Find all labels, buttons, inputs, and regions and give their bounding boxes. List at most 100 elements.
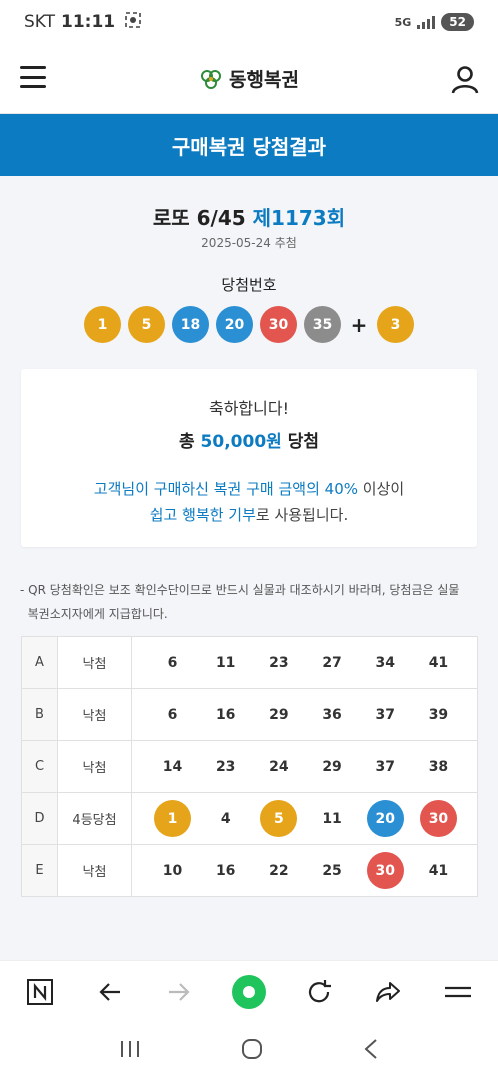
matched-number-ball: 20 (366, 800, 404, 837)
hamburger-icon[interactable] (20, 66, 46, 88)
recent-apps-icon[interactable] (119, 1039, 141, 1063)
winning-number-ball: 5 (128, 306, 165, 343)
ticket-number: 23 (269, 654, 289, 671)
battery-indicator: 52 (441, 13, 474, 31)
ticket-number: 29 (322, 758, 342, 775)
ticket-numbers: 14 23 24 29 37 38 (131, 740, 478, 793)
ticket-number: 39 (428, 706, 449, 723)
ticket-letter: D (21, 792, 58, 845)
result-content: 로또 6/45 제1173회 2025-05-24 추첨 당첨번호 1 5 18 20… (0, 176, 498, 960)
status-bar: SKT 11:11 5G 52 (0, 0, 498, 44)
ticket-number: 11 (322, 810, 342, 827)
donation-line1-rest: 이상이 (358, 480, 405, 498)
system-nav-bar (0, 1022, 498, 1079)
reload-icon[interactable] (301, 974, 337, 1010)
donation-message: 고객님이 구매하신 복권 구매 금액의 40% 이상이 쉽고 행복한 기부로 사… (21, 476, 477, 528)
ticket-letter: A (21, 636, 58, 689)
winning-numbers-label: 당첨번호 (221, 276, 277, 294)
matched-number-ball: 30 (419, 800, 457, 837)
ticket-row: E 낙첨 10 16 22 25 30 41 (21, 844, 478, 897)
ticket-number: 16 (215, 862, 236, 879)
ticket-numbers: 10 16 22 25 30 41 (131, 844, 478, 897)
ticket-letter: C (21, 740, 58, 793)
back-arrow-icon[interactable] (92, 974, 128, 1010)
bonus-plus-sign: + (350, 312, 368, 337)
ticket-number: 11 (215, 654, 236, 671)
winning-number-ball: 20 (216, 306, 253, 343)
ticket-status: 낙첨 (57, 740, 132, 793)
ticket-row: B 낙첨 6 16 29 36 37 39 (21, 688, 478, 741)
notice-line: 복권소지자에게 지급합니다. (20, 607, 168, 621)
winning-number-ball: 18 (172, 306, 209, 343)
ticket-status: 낙첨 (57, 636, 132, 689)
ticket-number: 34 (375, 654, 395, 671)
notice-line: - QR 당첨확인은 보조 확인수단이므로 반드시 실물과 대조하시기 바라며,… (20, 583, 460, 597)
network-label: 5G (394, 15, 412, 29)
ticket-status: 4등당첨 (57, 792, 132, 845)
ticket-number: 37 (375, 758, 395, 775)
ticket-number: 41 (428, 654, 449, 671)
ticket-number: 23 (215, 758, 236, 775)
qr-notice: - QR 당첨확인은 보조 확인수단이므로 반드시 실물과 대조하시기 바라며,… (20, 578, 480, 626)
forward-arrow-icon[interactable] (161, 974, 197, 1010)
winning-numbers: 1 5 18 20 30 35 +3 (0, 306, 498, 343)
donation-line2-rest: 로 사용됩니다. (255, 506, 349, 524)
draw-title: 로또 6/45 제1173회 (0, 202, 498, 231)
ticket-number: 4 (220, 810, 231, 827)
matched-number-ball: 5 (260, 800, 298, 837)
ticket-table: A 낙첨 6 11 23 27 34 41 B 낙첨 6 16 29 36 37 39 C 낙첨 14 23 24 29 3… (21, 636, 478, 897)
ticket-row: D 4등당첨 1 4 5 11 20 30 (21, 792, 478, 845)
draw-round: 제1173회 (252, 206, 346, 230)
donation-line1-highlight: 고객님이 구매하신 복권 구매 금액의 40% (93, 480, 358, 498)
logo-clover-icon (199, 67, 223, 91)
ticket-number: 41 (428, 862, 449, 879)
share-icon[interactable] (370, 974, 406, 1010)
app-header: 동행복권 (0, 44, 498, 114)
site-logo[interactable]: 동행복권 (199, 65, 299, 92)
matched-number-ball: 1 (154, 800, 191, 837)
ticket-letter: B (21, 688, 58, 741)
ticket-number: 29 (269, 706, 289, 723)
ticket-number: 6 (167, 706, 178, 723)
ticket-number: 22 (269, 862, 289, 879)
game-name: 로또 6/45 (152, 206, 246, 230)
result-card: 축하합니다! 총 50,000원 당첨 고객님이 구매하신 복권 구매 금액의 … (21, 369, 477, 547)
ticket-row: A 낙첨 6 11 23 27 34 41 (21, 636, 478, 689)
ticket-number: 38 (428, 758, 449, 775)
user-icon[interactable] (450, 64, 480, 94)
ticket-number: 16 (215, 706, 236, 723)
prize-prefix: 총 (178, 432, 195, 452)
logo-text: 동행복권 (229, 69, 299, 91)
ticket-number: 27 (322, 654, 342, 671)
home-icon[interactable] (240, 1037, 264, 1065)
ticket-number: 24 (269, 758, 289, 775)
home-circle-icon[interactable] (231, 974, 267, 1010)
ticket-status: 낙첨 (57, 688, 132, 741)
prize-suffix: 당첨 (287, 432, 319, 452)
ticket-numbers: 6 11 23 27 34 41 (131, 636, 478, 689)
ticket-number: 37 (375, 706, 395, 723)
carrier-label: SKT (24, 12, 56, 32)
ticket-number: 25 (322, 862, 342, 879)
prize-amount: 50,000원 (200, 432, 282, 452)
donation-line2-highlight: 쉽고 행복한 기부 (149, 506, 256, 524)
draw-date: 2025-05-24 추첨 (201, 236, 297, 250)
ticket-number: 6 (167, 654, 178, 671)
page-title: 구매복권 당첨결과 (171, 134, 327, 159)
ticket-numbers: 6 16 29 36 37 39 (131, 688, 478, 741)
signal-icon (417, 15, 436, 29)
back-icon[interactable] (363, 1038, 379, 1064)
ticket-status: 낙첨 (57, 844, 132, 897)
menu-lines-icon[interactable] (440, 974, 476, 1010)
ticket-number: 36 (322, 706, 342, 723)
n-icon[interactable] (22, 974, 58, 1010)
screen-record-icon (125, 12, 141, 32)
winning-number-ball: 35 (304, 306, 341, 343)
prize-total: 총 50,000원 당첨 (21, 427, 477, 452)
ticket-number: 10 (162, 862, 183, 879)
browser-toolbar (0, 960, 498, 1022)
ticket-number: 14 (162, 758, 183, 775)
winning-number-ball: 1 (84, 306, 121, 343)
congrats-text: 축하합니다! (208, 399, 289, 418)
matched-number-ball: 30 (366, 852, 404, 889)
